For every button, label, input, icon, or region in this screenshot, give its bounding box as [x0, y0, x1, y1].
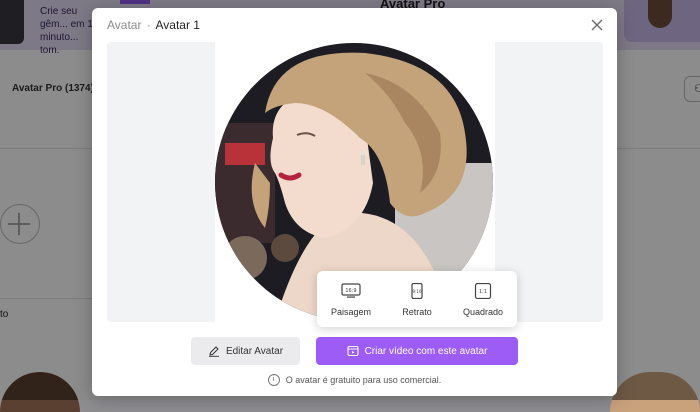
aspect-option-portrait[interactable]: 9:16 Retrato	[387, 283, 447, 320]
info-icon: i	[267, 374, 280, 386]
aspect-option-label: Quadrado	[462, 307, 504, 317]
close-icon	[591, 19, 603, 31]
svg-text:9:16: 9:16	[413, 289, 422, 294]
aspect-ratio-popover: 16:9 Paisagem 9:16 Retrato 1:1 Quadrado	[317, 271, 517, 327]
create-video-button[interactable]: Criar vídeo com este avatar	[316, 337, 518, 365]
aspect-option-label: Retrato	[402, 307, 432, 317]
avatar-preview-modal: Avatar · Avatar 1 16:9 Paisagem 9:16 Ret…	[92, 8, 617, 396]
pencil-icon	[208, 346, 219, 357]
breadcrumb-current: Avatar 1	[155, 18, 200, 32]
edit-avatar-label: Editar Avatar	[225, 345, 284, 357]
close-button[interactable]	[589, 17, 605, 33]
aspect-option-square[interactable]: 1:1 Quadrado	[453, 283, 513, 320]
aspect-option-landscape[interactable]: 16:9 Paisagem	[321, 283, 381, 320]
svg-text:1:1: 1:1	[479, 289, 487, 295]
edit-avatar-button[interactable]: Editar Avatar	[191, 337, 300, 365]
breadcrumb-avatar[interactable]: Avatar	[107, 18, 141, 32]
video-icon	[347, 345, 359, 357]
commercial-use-note: i O avatar é gratuito para uso comercial…	[92, 374, 617, 386]
aspect-option-label: Paisagem	[330, 307, 372, 317]
commercial-use-text: O avatar é gratuito para uso comercial.	[285, 375, 442, 385]
square-1-1-icon: 1:1	[474, 283, 492, 299]
portrait-9-16-icon: 9:16	[411, 283, 423, 299]
breadcrumb-separator: ·	[146, 18, 151, 32]
landscape-16-9-icon: 16:9	[341, 283, 361, 298]
svg-text:16:9: 16:9	[345, 288, 356, 294]
create-video-label: Criar vídeo com este avatar	[364, 345, 488, 357]
breadcrumb: Avatar · Avatar 1	[107, 18, 200, 32]
